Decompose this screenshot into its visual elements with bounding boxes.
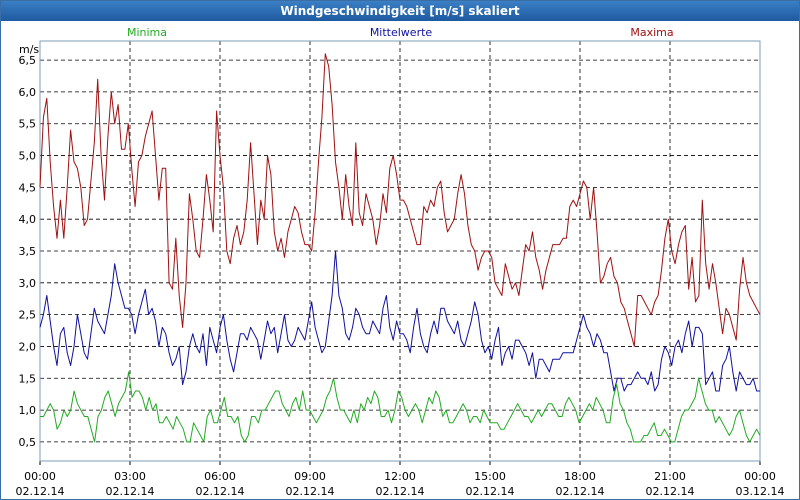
x-tick-date: 02.12.14 bbox=[646, 485, 695, 498]
x-tick-date: 02.12.14 bbox=[106, 485, 155, 498]
y-unit-label: m/s bbox=[19, 43, 39, 56]
x-tick-time: 09:00 bbox=[294, 470, 326, 483]
y-tick-label: 2,0 bbox=[19, 340, 37, 353]
x-tick-date: 02.12.14 bbox=[286, 485, 335, 498]
y-tick-label: 3,0 bbox=[19, 277, 37, 290]
x-tick-time: 06:00 bbox=[204, 470, 236, 483]
x-tick-time: 15:00 bbox=[474, 470, 506, 483]
legend-mittelwerte: Mittelwerte bbox=[370, 26, 433, 39]
x-tick-time: 12:00 bbox=[384, 470, 416, 483]
y-tick-label: 4,0 bbox=[19, 213, 37, 226]
x-tick-date: 02.12.14 bbox=[376, 485, 425, 498]
y-tick-label: 2,5 bbox=[19, 309, 37, 322]
x-tick-date: 02.12.14 bbox=[16, 485, 65, 498]
chart-canvas: 0,5 1,0 1,5 2,0 2,5 3,0 3,5 4,0 4,5 5,0 5,5 6,0 6,5 0… bbox=[16, 26, 785, 498]
chart-window: Windgeschwindigkeit [m/s] skaliert 0,5 1,… bbox=[0, 0, 800, 500]
x-tick-time: 18:00 bbox=[564, 470, 596, 483]
x-tick-date: 02.12.14 bbox=[196, 485, 245, 498]
legend-maxima: Maxima bbox=[630, 26, 673, 39]
x-tick-date: 03.12.14 bbox=[736, 485, 785, 498]
y-tick-label: 6,0 bbox=[19, 86, 37, 99]
x-tick-time: 03:00 bbox=[114, 470, 146, 483]
x-tick-time: 00:00 bbox=[744, 470, 776, 483]
y-tick-label: 4,5 bbox=[19, 181, 37, 194]
y-tick-label: 1,5 bbox=[19, 372, 37, 385]
x-tick-date: 02.12.14 bbox=[556, 485, 605, 498]
legend-minima: Minima bbox=[127, 26, 167, 39]
x-tick-time: 21:00 bbox=[654, 470, 686, 483]
y-tick-label: 5,0 bbox=[19, 150, 37, 163]
y-tick-label: 3,5 bbox=[19, 245, 37, 258]
y-tick-label: 0,5 bbox=[19, 436, 37, 449]
x-tick-date: 02.12.14 bbox=[466, 485, 515, 498]
y-tick-label: 6,5 bbox=[19, 54, 37, 67]
y-tick-label: 5,5 bbox=[19, 118, 37, 131]
x-tick-time: 00:00 bbox=[24, 470, 56, 483]
y-tick-label: 1,0 bbox=[19, 404, 37, 417]
